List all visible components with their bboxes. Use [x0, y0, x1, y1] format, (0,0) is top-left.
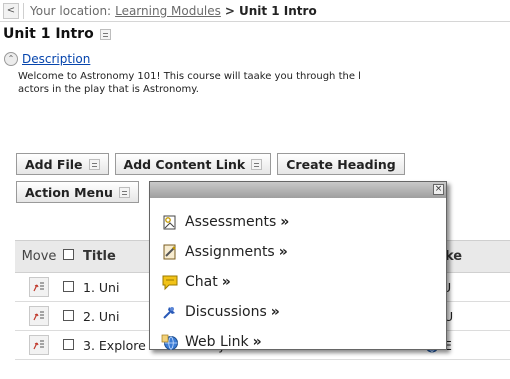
assignments-icon [160, 242, 180, 262]
header-select-all-cell [63, 249, 77, 264]
breadcrumb-prefix: Your location: [30, 3, 112, 18]
submenu-arrow-icon: » [252, 334, 262, 350]
move-handle-icon[interactable] [29, 306, 49, 326]
select-all-checkbox[interactable] [63, 249, 74, 260]
breadcrumb-link-learning-modules[interactable]: Learning Modules [115, 4, 221, 18]
collapse-toggle-icon[interactable]: ⌃ [4, 52, 18, 66]
chat-icon [160, 272, 180, 292]
page-title-row: Unit 1 Intro [3, 26, 111, 42]
row-checkbox[interactable] [63, 338, 74, 350]
popup-menu-list: Assessments » Assignments » Chat » Discu… [150, 198, 446, 357]
menu-item-label: Web Link [185, 334, 249, 350]
row-checkbox[interactable] [63, 309, 74, 321]
row-check-cell [63, 338, 77, 353]
submenu-arrow-icon: » [278, 244, 288, 260]
toolbar-row-2: Action Menu [16, 181, 139, 203]
toolbar-row-1: Add File Add Content Link Create Heading [16, 153, 405, 175]
submenu-arrow-icon: » [270, 304, 280, 320]
breadcrumb: < Your location: Learning Modules > Unit… [0, 0, 510, 22]
description-line-2: actors in the play that is Astronomy. [18, 84, 199, 95]
description-header: ⌃ Description [4, 52, 90, 66]
add-content-link-label: Add Content Link [123, 156, 246, 172]
add-content-link-popup: × Assessments » Assignments » Chat » Dis… [149, 181, 447, 350]
menu-item-assessments[interactable]: Assessments » [160, 207, 446, 237]
create-heading-button[interactable]: Create Heading [277, 153, 405, 175]
popup-title-bar: × [150, 182, 446, 198]
close-icon[interactable]: × [433, 184, 444, 195]
add-content-link-chevron-icon [251, 158, 263, 170]
description-text: Welcome to Astronomy 101! This course wi… [18, 70, 510, 96]
description-line-1: Welcome to Astronomy 101! This course wi… [18, 71, 361, 82]
move-cell [15, 277, 63, 297]
menu-item-label: Assessments [185, 214, 277, 230]
action-menu-button[interactable]: Action Menu [16, 181, 139, 203]
menu-item-discussions[interactable]: Discussions » [160, 297, 446, 327]
add-content-link-button[interactable]: Add Content Link [114, 153, 272, 175]
row-checkbox[interactable] [63, 280, 74, 292]
action-menu-chevron-icon [118, 186, 130, 198]
breadcrumb-current: Unit 1 Intro [238, 3, 317, 18]
create-heading-label: Create Heading [286, 156, 396, 172]
menu-item-chat[interactable]: Chat » [160, 267, 446, 297]
action-menu-label: Action Menu [25, 184, 113, 200]
add-file-label: Add File [25, 156, 83, 172]
submenu-arrow-icon: » [221, 274, 231, 290]
row-check-cell [63, 309, 77, 324]
move-handle-icon[interactable] [29, 277, 49, 297]
menu-item-label: Discussions [185, 304, 267, 320]
breadcrumb-separator: > [224, 3, 235, 18]
move-cell [15, 335, 63, 355]
menu-item-web-link[interactable]: Web Link » [160, 327, 446, 357]
add-file-chevron-icon [88, 158, 100, 170]
menu-item-label: Assignments [185, 244, 275, 260]
back-button[interactable]: < [3, 2, 19, 19]
assessments-icon [160, 212, 180, 232]
row-check-cell [63, 280, 77, 295]
breadcrumb-divider [23, 2, 24, 19]
move-cell [15, 306, 63, 326]
title-options-chevron-icon[interactable] [99, 28, 111, 40]
web-link-icon [160, 332, 180, 352]
page-title: Unit 1 Intro [3, 26, 94, 42]
move-handle-icon[interactable] [29, 335, 49, 355]
header-move: Move [21, 249, 57, 264]
menu-item-assignments[interactable]: Assignments » [160, 237, 446, 267]
add-file-button[interactable]: Add File [16, 153, 109, 175]
menu-item-label: Chat [185, 274, 218, 290]
discussions-icon [160, 302, 180, 322]
description-toggle-link[interactable]: Description [22, 52, 90, 66]
submenu-arrow-icon: » [280, 214, 290, 230]
